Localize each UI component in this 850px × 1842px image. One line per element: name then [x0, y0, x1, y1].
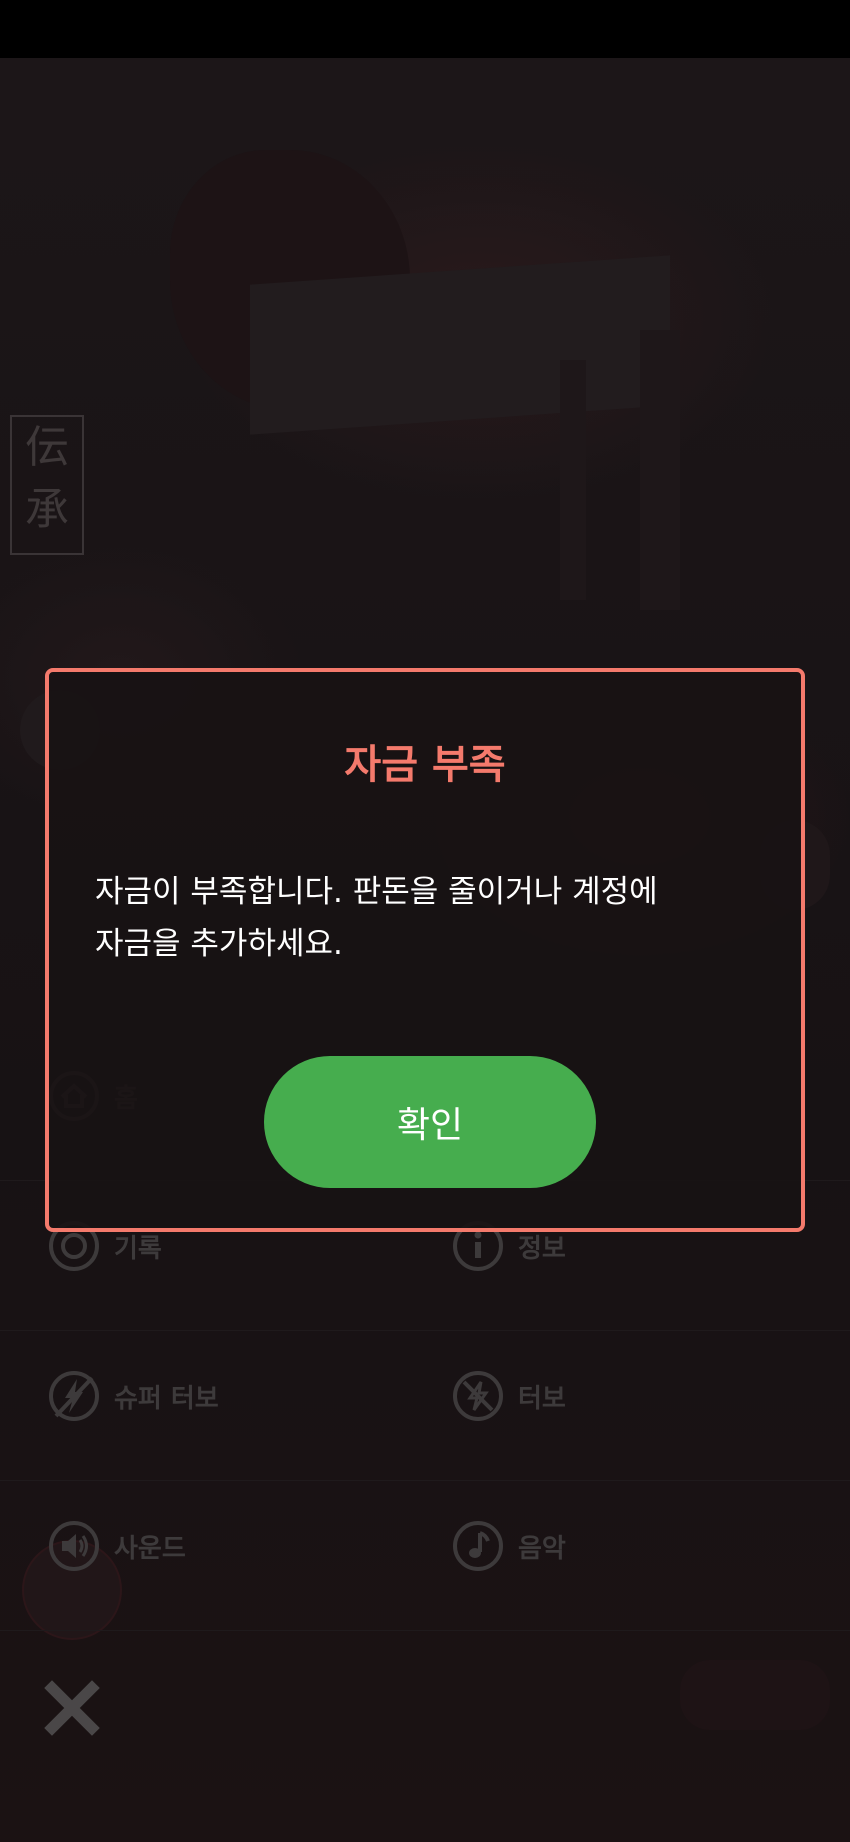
divider [0, 1630, 850, 1631]
dialog-message: 자금이 부족합니다. 판돈을 줄이거나 계정에 자금을 추가하세요. [95, 874, 658, 962]
sign-char: 伝 [25, 422, 69, 473]
menu-turbo-label: 터보 [518, 1383, 566, 1414]
music-note-icon [453, 1521, 503, 1571]
sign-char: 承 [25, 484, 69, 535]
menu-info-label: 정보 [518, 1233, 566, 1264]
menu-item-super-turbo[interactable]: 슈퍼 터보 [48, 1368, 219, 1424]
status-bar [0, 0, 850, 58]
turbo-icon [453, 1371, 503, 1421]
insufficient-funds-dialog: 자금 부족 자금이 부족합니다. 판돈을 줄이거나 계정에 자금을 추가하세요.… [45, 668, 805, 1232]
menu-sound-label: 사운드 [114, 1533, 186, 1564]
background-pillar [640, 330, 680, 610]
background-pillar [560, 360, 586, 600]
divider [0, 1480, 850, 1481]
dialog-title: 자금 부족 [344, 742, 506, 788]
divider [0, 1330, 850, 1331]
menu-item-sound[interactable]: 사운드 [48, 1518, 186, 1574]
background-sign: 伝 承 [10, 415, 84, 555]
close-icon[interactable] [44, 1680, 100, 1736]
confirm-button[interactable]: 확인 [264, 1056, 596, 1188]
menu-history-label: 기록 [114, 1233, 162, 1264]
menu-item-turbo[interactable]: 터보 [452, 1368, 566, 1424]
menu-super-turbo-label: 슈퍼 터보 [114, 1383, 219, 1414]
background-shape [680, 1660, 830, 1730]
menu-music-label: 음악 [518, 1533, 566, 1564]
sound-icon [49, 1521, 99, 1571]
background-roof [250, 255, 670, 435]
menu-item-music[interactable]: 음악 [452, 1518, 566, 1574]
super-turbo-icon [49, 1371, 99, 1421]
